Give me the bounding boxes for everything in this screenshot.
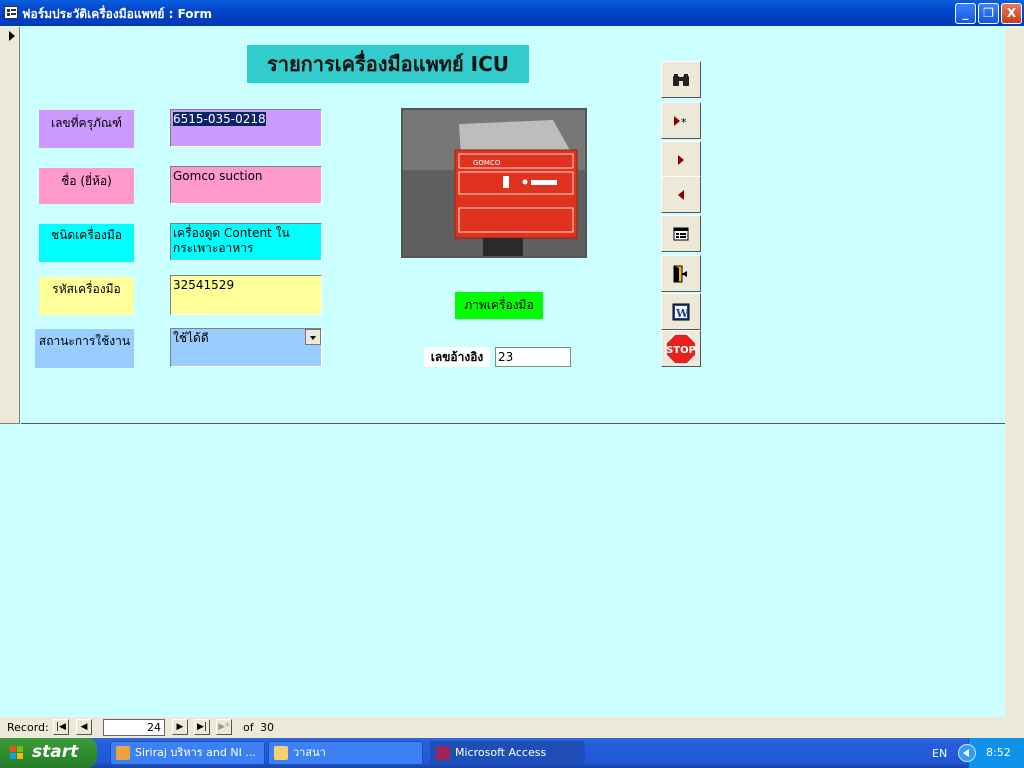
current-record-input[interactable]: 24: [103, 719, 165, 736]
first-record-button[interactable]: |◀: [53, 719, 69, 735]
form-window-icon[interactable]: [4, 6, 18, 19]
device-code-value: 32541529: [173, 278, 235, 292]
task-label: Siriraj บริหาร and NI ...: [135, 746, 256, 759]
form-title: รายการเครื่องมือแพทย์ ICU: [247, 45, 529, 83]
minimize-button[interactable]: _: [955, 3, 976, 24]
new-record-button[interactable]: *: [661, 102, 701, 139]
device-type-value: เครื่องดูด Content ในกระเพาะอาหาร: [173, 226, 290, 255]
svg-text:STOP: STOP: [666, 345, 696, 356]
status-label: สถานะการใช้งาน: [35, 329, 134, 368]
right-frame: [1005, 27, 1024, 717]
brand-value: Gomco suction: [173, 169, 263, 183]
device-photo: GOMCO: [401, 108, 587, 258]
close-button[interactable]: X: [1001, 3, 1022, 24]
window-title-bar[interactable]: ฟอร์มประวัติเครื่องมือแพทย์ : Form _ ❐ X: [0, 0, 1024, 26]
document-icon: [116, 746, 130, 760]
tray-expand-icon[interactable]: [958, 744, 976, 762]
next-record-icon: [678, 154, 684, 165]
first-record-icon: |◀: [56, 722, 66, 732]
record-label: Record:: [7, 721, 49, 734]
status-value: ใช้ได้ดี: [173, 331, 209, 345]
device-code-field[interactable]: 32541529: [170, 275, 322, 315]
next-record-nav-button[interactable]: ▶: [172, 719, 188, 735]
prev-record-button[interactable]: ◀: [76, 719, 92, 735]
asset-number-value: 6515-035-0218: [173, 112, 266, 126]
svg-text:W: W: [675, 307, 689, 320]
next-record-button[interactable]: [661, 141, 701, 178]
new-record-nav-button[interactable]: ▶*: [216, 719, 232, 735]
photo-caption: ภาพเครื่องมือ: [455, 292, 543, 319]
access-key-icon: [436, 746, 450, 760]
open-form-button[interactable]: [661, 215, 701, 252]
device-code-label: รหัสเครื่องมือ: [39, 277, 134, 315]
new-record-nav-icon: ▶*: [218, 722, 230, 732]
folder-icon: [274, 746, 288, 760]
previous-record-button[interactable]: [661, 176, 701, 213]
prev-record-icon: ◀: [80, 722, 88, 732]
previous-record-icon: [678, 189, 684, 200]
form-detail-section: รายการเครื่องมือแพทย์ ICU เลขที่ครุภัณฑ์…: [21, 27, 1005, 424]
asset-number-label: เลขที่ครุภัณฑ์: [39, 110, 134, 148]
device-type-label: ชนิดเครื่องมือ: [39, 224, 134, 262]
record-of-label: of: [243, 721, 254, 734]
find-record-button[interactable]: [661, 61, 701, 98]
status-dropdown-button[interactable]: [305, 329, 321, 345]
device-type-field[interactable]: เครื่องดูด Content ในกระเพาะอาหาร: [170, 223, 322, 261]
taskbar: start Siriraj บริหาร and NI ... วาสนา Mi…: [0, 738, 1024, 768]
task-label: วาสนา: [293, 746, 326, 759]
svg-text:*: *: [681, 116, 687, 127]
start-label: start: [32, 742, 79, 762]
restore-button[interactable]: ❐: [978, 3, 999, 24]
language-indicator[interactable]: EN: [932, 747, 947, 760]
last-record-button[interactable]: ▶|: [194, 719, 210, 735]
reference-field[interactable]: 23: [495, 347, 571, 367]
record-selector[interactable]: [0, 27, 20, 424]
reference-label: เลขอ้างอิง: [424, 347, 490, 367]
binoculars-icon: [673, 73, 689, 86]
stop-button[interactable]: STOP: [661, 330, 701, 367]
next-record-nav-icon: ▶: [176, 722, 184, 732]
stop-sign-icon: STOP: [665, 332, 697, 365]
brand-label: ชื่อ (ยี่ห้อ): [39, 168, 134, 204]
record-navigation-bar: Record: |◀ ◀ 24 ▶ ▶| ▶* of 30: [0, 717, 1024, 738]
new-record-icon: *: [674, 115, 687, 127]
system-tray: 8:52: [968, 738, 1024, 768]
exit-door-icon: [673, 265, 687, 282]
taskbar-item-access[interactable]: Microsoft Access: [430, 741, 585, 765]
last-record-icon: ▶|: [197, 722, 207, 732]
taskbar-item-folder[interactable]: วาสนา: [268, 741, 423, 765]
current-record-arrow-icon: [9, 31, 15, 41]
brand-field[interactable]: Gomco suction: [170, 166, 322, 204]
word-icon: W: [672, 303, 690, 320]
close-form-button[interactable]: [661, 255, 701, 292]
export-word-button[interactable]: W: [661, 293, 701, 330]
clock[interactable]: 8:52: [986, 746, 1011, 759]
photo-brand-text: GOMCO: [473, 159, 501, 167]
taskbar-item-siriraj[interactable]: Siriraj บริหาร and NI ...: [110, 741, 265, 765]
form-icon: [673, 227, 689, 240]
windows-flag-icon: [10, 746, 24, 760]
record-total: 30: [260, 721, 274, 734]
start-button[interactable]: start: [0, 738, 97, 768]
form-empty-area: [0, 425, 1005, 717]
window-title: ฟอร์มประวัติเครื่องมือแพทย์ : Form: [22, 7, 212, 21]
asset-number-field[interactable]: 6515-035-0218: [170, 109, 322, 147]
task-label: Microsoft Access: [455, 746, 547, 759]
status-combo[interactable]: ใช้ได้ดี: [170, 328, 322, 367]
